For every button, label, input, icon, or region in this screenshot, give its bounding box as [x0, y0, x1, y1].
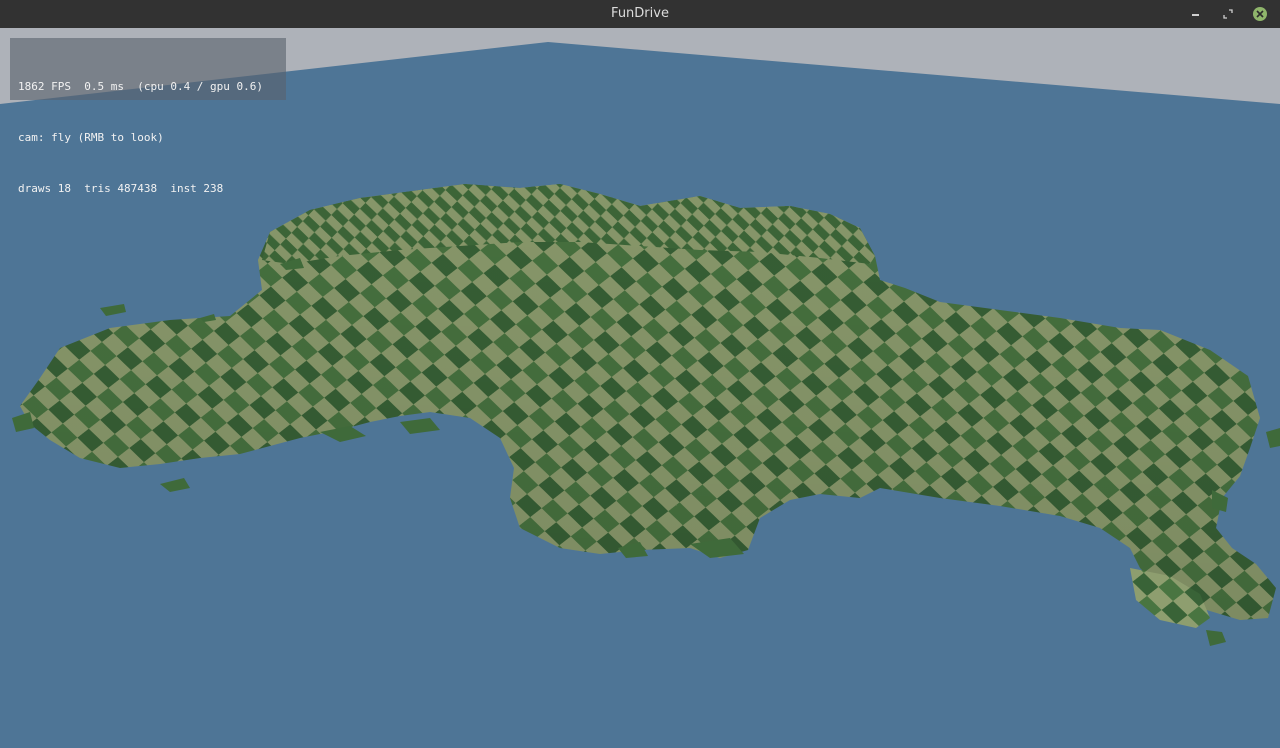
restore-icon: [1223, 9, 1233, 19]
close-button[interactable]: [1252, 6, 1268, 22]
fps-stats: 1862 FPS 0.5 ms (cpu 0.4 / gpu 0.6): [18, 80, 264, 93]
restore-button[interactable]: [1220, 6, 1236, 22]
title-bar[interactable]: FunDrive: [0, 0, 1280, 28]
close-icon: [1253, 7, 1267, 21]
debug-overlay: 1862 FPS 0.5 ms (cpu 0.4 / gpu 0.6) cam:…: [10, 38, 286, 195]
3d-viewport[interactable]: 1862 FPS 0.5 ms (cpu 0.4 / gpu 0.6) cam:…: [0, 28, 1280, 748]
minimize-icon: [1191, 14, 1199, 16]
app-window: FunDrive 1862 FPS 0.5 ms (cpu 0.4 / gpu …: [0, 0, 1280, 748]
camera-mode: cam: fly (RMB to look): [18, 131, 164, 144]
minimize-button[interactable]: [1187, 6, 1203, 22]
render-stats: draws 18 tris 487438 inst 238: [18, 182, 224, 195]
window-title: FunDrive: [611, 6, 669, 21]
